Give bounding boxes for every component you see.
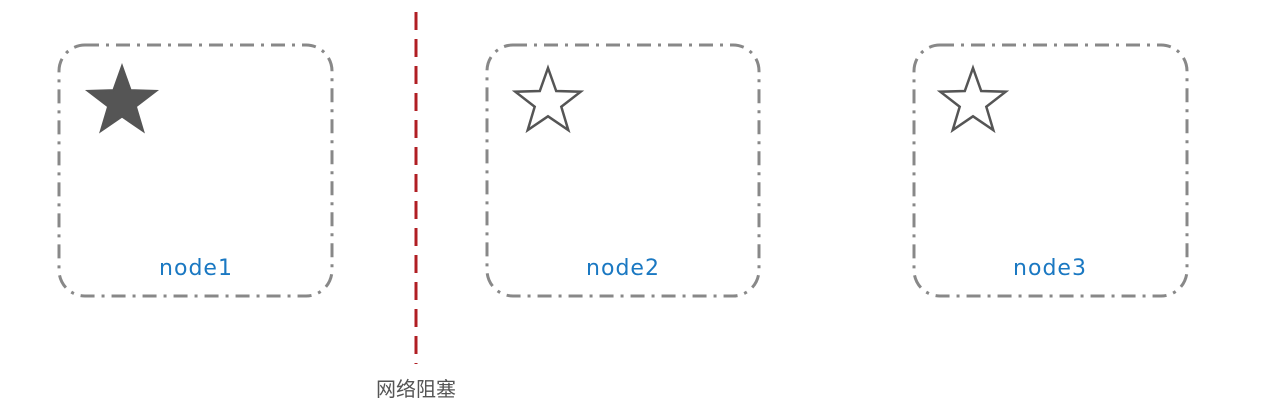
star-filled-icon bbox=[84, 63, 160, 134]
partition-label: 网络阻塞 bbox=[376, 377, 456, 401]
star-outline-icon bbox=[936, 64, 1010, 134]
network-partition-diagram: node1 网络阻塞 node2 node3 bbox=[57, 12, 1189, 401]
star-outline-icon bbox=[511, 64, 585, 134]
node-1-label: node1 bbox=[159, 256, 233, 281]
node-2-label: node2 bbox=[586, 256, 660, 281]
node-box-3: node3 bbox=[912, 43, 1189, 298]
node-3-label: node3 bbox=[1013, 256, 1087, 281]
node-box-2: node2 bbox=[485, 43, 761, 298]
node-box-1: node1 bbox=[57, 43, 334, 298]
